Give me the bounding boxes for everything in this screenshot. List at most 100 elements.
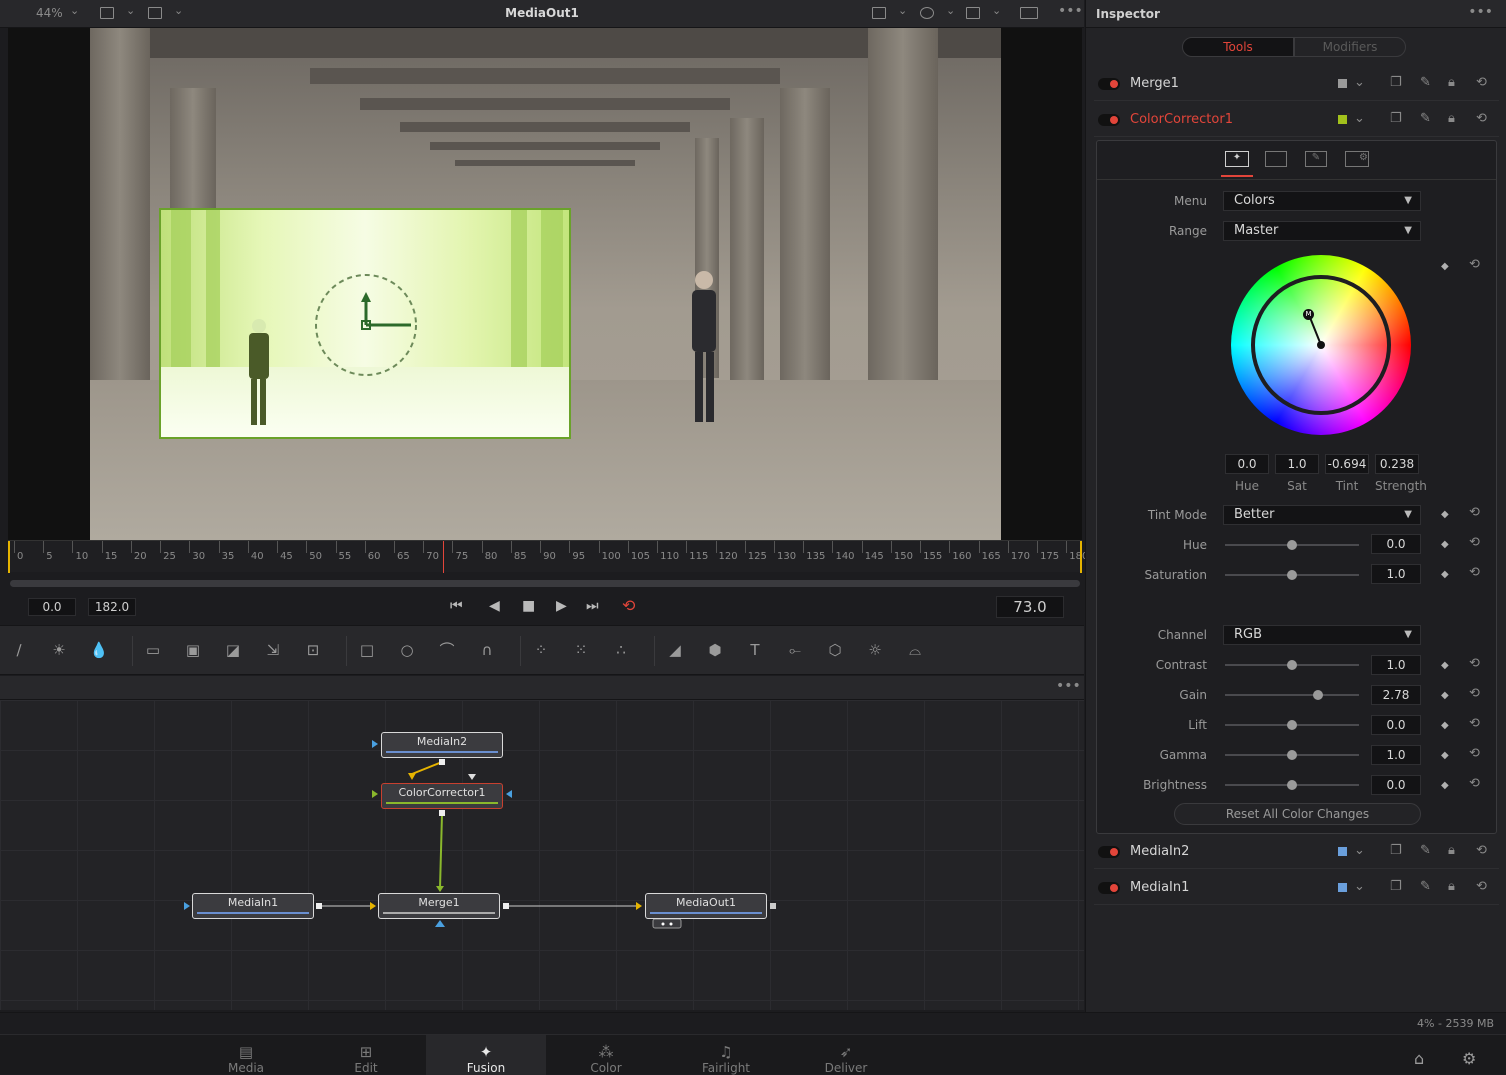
- 3d-render-icon[interactable]: ⬡: [824, 640, 846, 660]
- reset-icon[interactable]: ⟲: [1469, 565, 1480, 580]
- transform-widget[interactable]: [311, 270, 421, 380]
- more-options-icon[interactable]: •••: [1056, 678, 1081, 694]
- node-merge1[interactable]: Merge1: [378, 893, 500, 919]
- curve-icon[interactable]: ∕: [8, 640, 30, 660]
- page-tab-deliver[interactable]: ➶ Deliver: [786, 1035, 906, 1075]
- tab-tools[interactable]: Tools: [1182, 37, 1294, 57]
- tool-row-mediain1[interactable]: MediaIn1 ⌄ ❐ ✎ 🔒︎ ⟲: [1094, 871, 1499, 905]
- chevron-down-icon[interactable]: ⌄: [1354, 111, 1365, 126]
- contrast-slider[interactable]: [1225, 660, 1359, 670]
- merge-icon[interactable]: ▣: [182, 640, 204, 660]
- brightness-slider[interactable]: [1225, 780, 1359, 790]
- go-to-end-icon[interactable]: ⏭: [586, 598, 599, 614]
- version-icon[interactable]: ❐: [1390, 75, 1402, 90]
- tool-row-colorcorrector1[interactable]: ColorCorrector1 ⌄ ❐ ✎ 🔒︎ ⟲: [1094, 103, 1499, 137]
- reset-icon[interactable]: ⟲: [1469, 716, 1480, 731]
- render-range-marker[interactable]: [8, 541, 10, 573]
- tool-color-swatch[interactable]: [1338, 847, 1347, 856]
- reset-icon[interactable]: ⟲: [1469, 656, 1480, 671]
- resize-icon[interactable]: ⊡: [302, 640, 324, 660]
- tint-mode-dropdown[interactable]: Better ▼: [1223, 505, 1421, 525]
- strength-value-field[interactable]: 0.238: [1375, 454, 1419, 474]
- tool-color-swatch[interactable]: [1338, 115, 1347, 124]
- contrast-value[interactable]: 1.0: [1371, 655, 1421, 675]
- slider-knob[interactable]: [1287, 750, 1297, 760]
- options-tab-icon[interactable]: ✎: [1305, 151, 1327, 167]
- slider-knob[interactable]: [1287, 540, 1297, 550]
- sat-value-field[interactable]: 1.0: [1275, 454, 1319, 474]
- render-range-marker[interactable]: [1080, 541, 1082, 573]
- roi-icon[interactable]: [872, 7, 886, 19]
- page-tab-fairlight[interactable]: ♫ Fairlight: [666, 1035, 786, 1075]
- version-icon[interactable]: ❐: [1390, 111, 1402, 126]
- lock-icon[interactable]: 🔒︎: [1448, 111, 1455, 126]
- home-icon[interactable]: ⌂: [1414, 1049, 1424, 1068]
- background-icon[interactable]: ▭: [142, 640, 164, 660]
- current-frame-field[interactable]: 73.0: [996, 596, 1064, 618]
- tool-color-swatch[interactable]: [1338, 883, 1347, 892]
- global-end-field[interactable]: 182.0: [88, 598, 136, 616]
- reset-icon[interactable]: ⟲: [1469, 746, 1480, 761]
- tool-row-mediain2[interactable]: MediaIn2 ⌄ ❐ ✎ 🔒︎ ⟲: [1094, 835, 1499, 869]
- reset-icon[interactable]: ⟲: [1476, 879, 1487, 894]
- reset-icon[interactable]: ⟲: [1476, 75, 1487, 90]
- hue-slider-value[interactable]: 0.0: [1371, 534, 1421, 554]
- lock-icon[interactable]: 🔒︎: [1448, 75, 1455, 90]
- color-wheel[interactable]: M: [1231, 255, 1411, 435]
- pin-icon[interactable]: ✎: [1420, 111, 1431, 126]
- gear-icon[interactable]: ⚙: [1462, 1049, 1476, 1068]
- viewer-canvas[interactable]: [8, 28, 1082, 540]
- global-start-field[interactable]: 0.0: [28, 598, 76, 616]
- reset-icon[interactable]: ⟲: [1469, 776, 1480, 791]
- page-tab-fusion[interactable]: ✦ Fusion: [426, 1035, 546, 1075]
- node-mediaout1[interactable]: MediaOut1: [645, 893, 767, 919]
- loop-icon[interactable]: ⟲: [622, 596, 635, 615]
- keyframe-icon[interactable]: ◆: [1441, 660, 1449, 671]
- version-icon[interactable]: ❐: [1390, 879, 1402, 894]
- settings-tab-icon[interactable]: ⚙: [1345, 151, 1369, 167]
- tint-value-field[interactable]: -0.694: [1325, 454, 1369, 474]
- keyframe-icon[interactable]: ◆: [1441, 539, 1449, 550]
- more-options-icon[interactable]: •••: [1058, 3, 1083, 19]
- saturation-value[interactable]: 1.0: [1371, 564, 1421, 584]
- more-options-icon[interactable]: •••: [1468, 4, 1493, 20]
- particle-plain-icon[interactable]: ∴: [610, 640, 632, 660]
- node-editor[interactable]: MediaIn2 ColorCorrector1 MediaIn1 Merge1…: [0, 700, 1084, 1010]
- polygon-icon[interactable]: ⌒: [436, 640, 458, 660]
- chevron-down-icon[interactable]: ⌄: [992, 4, 1001, 17]
- tool-enable-toggle[interactable]: [1098, 114, 1120, 126]
- reset-icon[interactable]: ⟲: [1469, 535, 1480, 550]
- rectangle-icon[interactable]: □: [356, 640, 378, 660]
- hue-value-field[interactable]: 0.0: [1225, 454, 1269, 474]
- reset-icon[interactable]: ⟲: [1469, 257, 1480, 272]
- timeline-scrollbar[interactable]: [10, 580, 1080, 587]
- gain-slider[interactable]: [1225, 690, 1359, 700]
- particle-render-icon[interactable]: ⁙: [570, 640, 592, 660]
- tool-enable-toggle[interactable]: [1098, 78, 1120, 90]
- slider-knob[interactable]: [1287, 660, 1297, 670]
- matte-icon[interactable]: ◪: [222, 640, 244, 660]
- tool-enable-toggle[interactable]: [1098, 846, 1120, 858]
- tool-color-swatch[interactable]: [1338, 79, 1347, 88]
- node-colorcorrector1[interactable]: ColorCorrector1: [381, 783, 503, 809]
- colors-tab-icon[interactable]: ✦: [1225, 151, 1249, 167]
- hue-slider[interactable]: [1225, 540, 1359, 550]
- page-tab-edit[interactable]: ⊞ Edit: [306, 1035, 426, 1075]
- slider-knob[interactable]: [1313, 690, 1324, 700]
- keyframe-icon[interactable]: ◆: [1441, 569, 1449, 580]
- 3d-image-icon[interactable]: ⌓: [904, 640, 926, 660]
- chevron-down-icon[interactable]: ⌄: [1354, 75, 1365, 90]
- gamma-slider[interactable]: [1225, 750, 1359, 760]
- stop-icon[interactable]: ■: [522, 598, 535, 614]
- 3d-merge-icon[interactable]: ⬢: [704, 640, 726, 660]
- keyframe-icon[interactable]: ◆: [1441, 750, 1449, 761]
- slider-knob[interactable]: [1287, 720, 1297, 730]
- tool-enable-toggle[interactable]: [1098, 882, 1120, 894]
- grid-icon[interactable]: [966, 7, 980, 19]
- bspline-icon[interactable]: ∩: [476, 640, 498, 660]
- lift-slider[interactable]: [1225, 720, 1359, 730]
- particle-emitter-icon[interactable]: ⁘: [530, 640, 552, 660]
- reset-icon[interactable]: ⟲: [1469, 505, 1480, 520]
- reset-icon[interactable]: ⟲: [1476, 111, 1487, 126]
- gain-value[interactable]: 2.78: [1371, 685, 1421, 705]
